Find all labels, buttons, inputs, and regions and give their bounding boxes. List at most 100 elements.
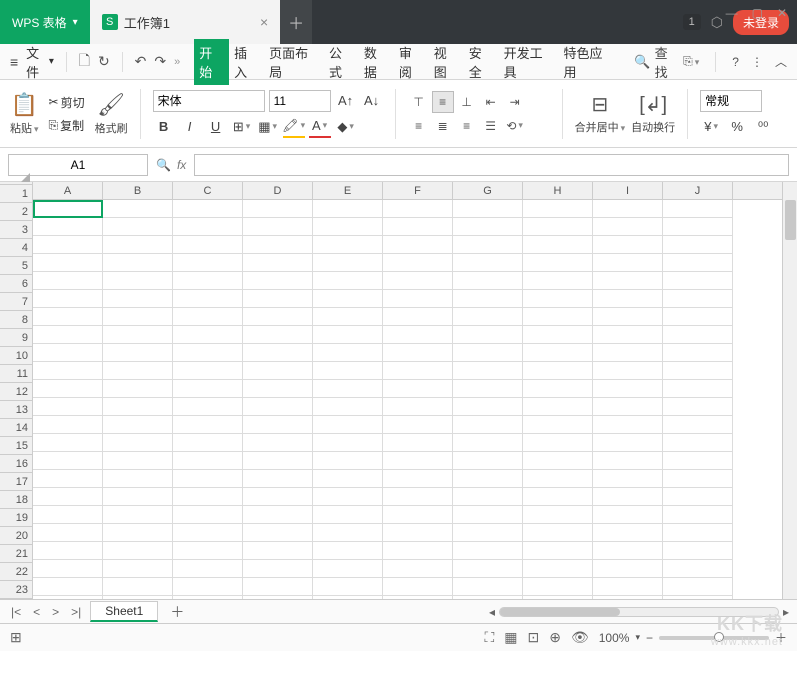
- decrease-font-icon[interactable]: A↓: [361, 90, 383, 112]
- column-header[interactable]: C: [173, 182, 243, 200]
- cell[interactable]: [523, 272, 593, 290]
- orientation-icon[interactable]: ⟲: [504, 115, 526, 137]
- hamburger-icon[interactable]: ≡: [10, 54, 18, 70]
- font-name-select[interactable]: [153, 90, 265, 112]
- sheet-nav-first[interactable]: |<: [8, 605, 24, 619]
- cell[interactable]: [243, 506, 313, 524]
- tab-developer[interactable]: 开发工具: [499, 39, 559, 85]
- cell[interactable]: [173, 506, 243, 524]
- row-header[interactable]: 14: [0, 419, 32, 437]
- cell[interactable]: [663, 398, 733, 416]
- cell[interactable]: [313, 326, 383, 344]
- cell[interactable]: [453, 380, 523, 398]
- cell[interactable]: [593, 218, 663, 236]
- increase-font-icon[interactable]: A↑: [335, 90, 357, 112]
- cell[interactable]: [33, 362, 103, 380]
- cell[interactable]: [33, 380, 103, 398]
- normal-view-icon[interactable]: ▦: [504, 629, 517, 646]
- cell[interactable]: [313, 236, 383, 254]
- column-header[interactable]: A: [33, 182, 103, 200]
- cell[interactable]: [103, 416, 173, 434]
- fullscreen-icon[interactable]: ⛶: [484, 629, 494, 646]
- cell[interactable]: [33, 452, 103, 470]
- cell[interactable]: [383, 398, 453, 416]
- cell[interactable]: [383, 326, 453, 344]
- cell[interactable]: [33, 254, 103, 272]
- cell[interactable]: [383, 470, 453, 488]
- add-sheet-button[interactable]: ＋: [164, 602, 190, 622]
- cell[interactable]: [173, 290, 243, 308]
- document-tab[interactable]: S 工作簿1 ×: [90, 0, 280, 44]
- cell[interactable]: [663, 488, 733, 506]
- cell[interactable]: [33, 578, 103, 596]
- row-header[interactable]: 5: [0, 257, 32, 275]
- row-header[interactable]: 21: [0, 545, 32, 563]
- cell[interactable]: [453, 344, 523, 362]
- cell[interactable]: [313, 578, 383, 596]
- cell[interactable]: [593, 398, 663, 416]
- cell[interactable]: [173, 560, 243, 578]
- cell[interactable]: [523, 434, 593, 452]
- cell[interactable]: [33, 308, 103, 326]
- cell[interactable]: [33, 488, 103, 506]
- new-tab-button[interactable]: ＋: [280, 0, 312, 44]
- cell[interactable]: [593, 506, 663, 524]
- tab-review[interactable]: 审阅: [394, 39, 429, 85]
- cell[interactable]: [313, 344, 383, 362]
- horizontal-scrollbar[interactable]: [499, 607, 779, 617]
- cell[interactable]: [663, 362, 733, 380]
- cell[interactable]: [453, 560, 523, 578]
- indent-increase-icon[interactable]: ⇥: [504, 91, 526, 113]
- cell[interactable]: [33, 272, 103, 290]
- more-icon[interactable]: »: [174, 56, 180, 68]
- reading-view-icon[interactable]: 👁: [571, 629, 589, 646]
- cell[interactable]: [313, 416, 383, 434]
- cell[interactable]: [663, 470, 733, 488]
- cell[interactable]: [243, 344, 313, 362]
- cell[interactable]: [523, 488, 593, 506]
- cell[interactable]: [663, 380, 733, 398]
- cell[interactable]: [33, 542, 103, 560]
- row-header[interactable]: 23: [0, 581, 32, 599]
- row-header[interactable]: 20: [0, 527, 32, 545]
- cell[interactable]: [383, 200, 453, 218]
- cell[interactable]: [663, 434, 733, 452]
- cell[interactable]: [243, 272, 313, 290]
- cell[interactable]: [523, 290, 593, 308]
- align-center-icon[interactable]: ≣: [432, 115, 454, 137]
- cell[interactable]: [173, 452, 243, 470]
- number-format-select[interactable]: [700, 90, 762, 112]
- cell[interactable]: [243, 398, 313, 416]
- italic-button[interactable]: I: [179, 116, 201, 138]
- cell[interactable]: [313, 290, 383, 308]
- row-header[interactable]: 4: [0, 239, 32, 257]
- fx-icon[interactable]: fx: [177, 158, 186, 172]
- zoom-in-button[interactable]: ＋: [775, 629, 787, 646]
- column-header[interactable]: E: [313, 182, 383, 200]
- cell[interactable]: [33, 560, 103, 578]
- cell[interactable]: [663, 254, 733, 272]
- cell[interactable]: [593, 380, 663, 398]
- page-view-icon[interactable]: ⊡: [527, 629, 539, 646]
- cell[interactable]: [383, 416, 453, 434]
- currency-icon[interactable]: ¥: [700, 116, 722, 138]
- column-header[interactable]: I: [593, 182, 663, 200]
- comma-icon[interactable]: ⁰⁰: [752, 116, 774, 138]
- cell[interactable]: [663, 344, 733, 362]
- cell[interactable]: [523, 380, 593, 398]
- cell[interactable]: [663, 326, 733, 344]
- cell[interactable]: [33, 398, 103, 416]
- cell[interactable]: [593, 416, 663, 434]
- percent-icon[interactable]: %: [726, 116, 748, 138]
- sheet-nav-next[interactable]: >: [49, 605, 62, 619]
- cell[interactable]: [663, 452, 733, 470]
- bold-button[interactable]: B: [153, 116, 175, 138]
- undo-icon[interactable]: ↶: [135, 53, 147, 70]
- tab-special[interactable]: 特色应用: [559, 39, 619, 85]
- cell[interactable]: [453, 254, 523, 272]
- sheet-tab-active[interactable]: Sheet1: [90, 601, 158, 622]
- column-header[interactable]: B: [103, 182, 173, 200]
- cell[interactable]: [383, 218, 453, 236]
- cell[interactable]: [593, 470, 663, 488]
- tab-formula[interactable]: 公式: [324, 39, 359, 85]
